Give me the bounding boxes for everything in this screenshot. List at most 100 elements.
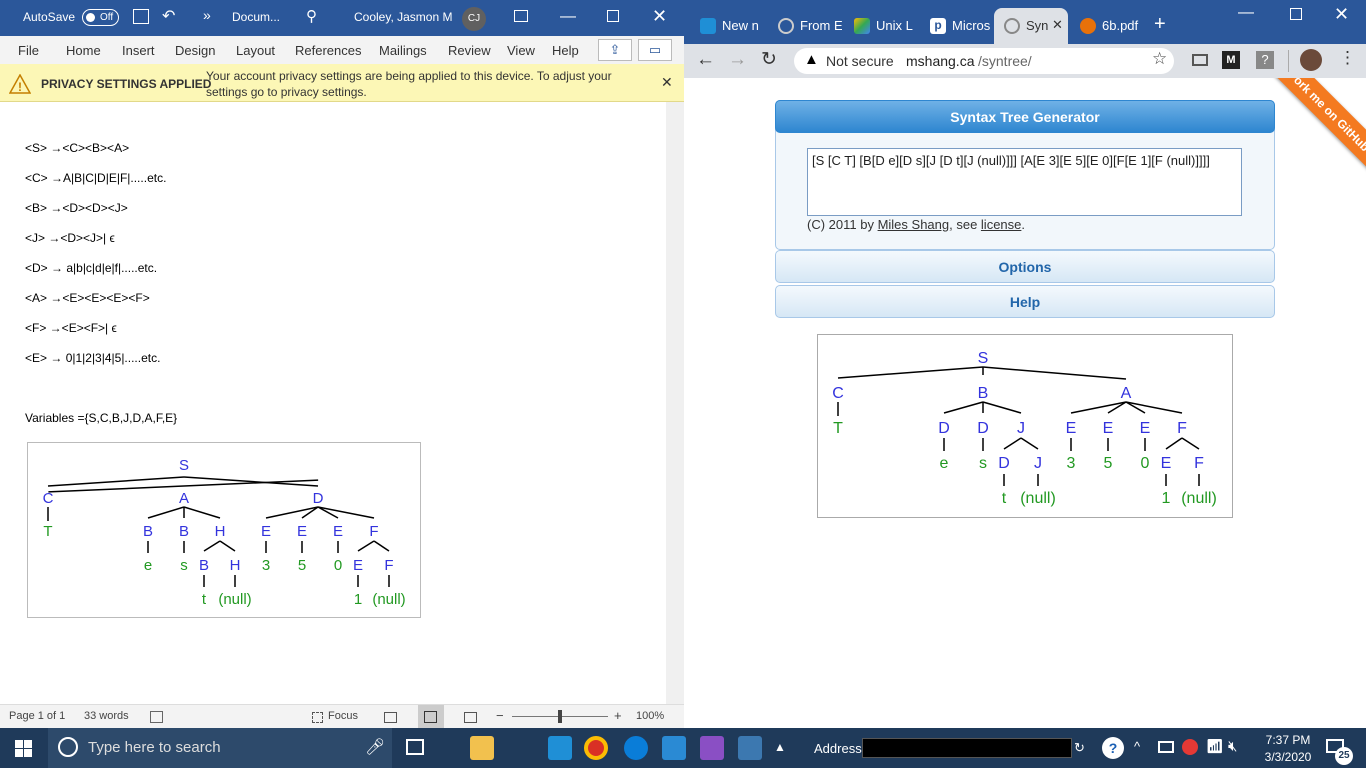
tree-leaf: s (180, 557, 188, 574)
minimize-icon[interactable]: — (1238, 4, 1254, 22)
remote-desktop-icon[interactable] (738, 736, 762, 760)
share-icon[interactable]: ⇪ (598, 39, 632, 61)
more-commands-icon[interactable]: » (203, 7, 211, 23)
tab-6b-pdf[interactable]: 6b.pdf (1070, 8, 1146, 44)
taskbar-search-box[interactable]: Type here to search 🎤︎ (48, 728, 392, 768)
cast-icon[interactable] (1192, 54, 1208, 66)
tab-new[interactable]: New n (690, 8, 766, 44)
web-layout-icon[interactable] (464, 712, 477, 723)
page-count[interactable]: Page 1 of 1 (9, 710, 65, 722)
save-icon[interactable] (133, 9, 149, 24)
forward-icon[interactable]: → (728, 49, 747, 71)
undo-icon[interactable]: ↶ (162, 6, 175, 26)
options-panel-header[interactable]: Options (775, 250, 1275, 283)
tab-syntree-active[interactable]: Syn ✕ (994, 8, 1068, 44)
credit-line: (C) 2011 by Miles Shang, see license. (807, 217, 1026, 232)
url-host: mshang.ca (906, 53, 975, 69)
wifi-icon[interactable]: 📶︎ (1206, 738, 1224, 755)
document-scrollbar[interactable] (666, 102, 684, 704)
tab-help[interactable]: Help (552, 43, 579, 58)
tab-review[interactable]: Review (448, 43, 491, 58)
clock-date[interactable]: 3/3/2020 (1258, 750, 1318, 764)
extension-m-icon[interactable]: M (1222, 51, 1240, 69)
grammar-rule: <B> →<D><D><J> (25, 201, 128, 215)
microphone-icon[interactable]: 🎤︎ (365, 737, 385, 757)
tree-leaf: 1 (354, 591, 362, 608)
new-tab-button[interactable]: + (1154, 13, 1166, 36)
close-icon[interactable]: ✕ (652, 6, 667, 27)
license-link[interactable]: license (981, 217, 1021, 232)
tab-mailings[interactable]: Mailings (379, 43, 427, 58)
proofing-icon[interactable] (150, 711, 163, 723)
battery-icon[interactable] (1158, 741, 1174, 753)
generator-title: Syntax Tree Generator (775, 100, 1275, 133)
tab-design[interactable]: Design (175, 43, 215, 58)
user-name[interactable]: Cooley, Jasmon M (354, 10, 452, 24)
syntax-tree-image[interactable]: S C B A D D J E E E F D J E F T e s 3 5 … (817, 334, 1233, 518)
menu-kebab-icon[interactable]: ⋮ (1339, 48, 1356, 68)
tab-home[interactable]: Home (66, 43, 101, 58)
tab-close-icon[interactable]: ✕ (1052, 17, 1063, 33)
help-icon[interactable]: ? (1102, 737, 1124, 759)
comments-icon[interactable]: ▭ (638, 39, 672, 61)
close-icon[interactable]: ✕ (1334, 4, 1349, 25)
tree-leaf: (null) (218, 591, 251, 608)
zoom-out-icon[interactable]: − (496, 708, 504, 723)
zoom-slider-thumb[interactable] (558, 710, 562, 723)
not-secure-label[interactable]: Not secure (826, 53, 894, 69)
visual-studio-icon[interactable] (700, 736, 724, 760)
help-panel-header[interactable]: Help (775, 285, 1275, 318)
word-tree-image[interactable]: S C A D B B H E E E F B H E F T e s 3 5 … (27, 442, 421, 618)
mail-icon[interactable] (548, 736, 572, 760)
zoom-in-icon[interactable]: + (614, 708, 622, 723)
tab-file[interactable]: File (18, 43, 39, 58)
tab-references[interactable]: References (295, 43, 361, 58)
maximize-icon[interactable] (607, 10, 619, 22)
ribbon-display-icon[interactable] (514, 10, 528, 22)
volume-muted-icon[interactable]: 🔇︎ (1228, 738, 1237, 755)
tree-node: D (998, 455, 1010, 472)
sync-error-icon[interactable] (1182, 739, 1198, 755)
document-title[interactable]: Docum... (232, 10, 280, 24)
address-go-icon[interactable]: ↻ (1074, 740, 1085, 756)
address-toolbar-input[interactable] (862, 738, 1072, 758)
clock-time[interactable]: 7:37 PM (1258, 733, 1318, 747)
bookmark-star-icon[interactable]: ☆ (1152, 49, 1167, 69)
vscode-icon[interactable] (662, 736, 686, 760)
back-icon[interactable]: ← (696, 49, 715, 71)
tree-leaf: 3 (262, 557, 270, 574)
maximize-icon[interactable] (1290, 8, 1302, 20)
syntree-svg: S C B A D D J E E E F D J E F T e s 3 5 … (832, 350, 1217, 507)
extension-help-icon[interactable]: ? (1256, 51, 1274, 69)
minimize-icon[interactable]: — (560, 8, 576, 26)
windows-start-icon[interactable] (15, 740, 32, 757)
word-count[interactable]: 33 words (84, 710, 129, 722)
tab-micros[interactable]: p Micros (920, 8, 992, 44)
banner-close-icon[interactable]: ✕ (661, 74, 673, 91)
tab-layout[interactable]: Layout (236, 43, 275, 58)
tab-unix[interactable]: Unix L (844, 8, 918, 44)
tab-from[interactable]: From E (768, 8, 842, 44)
user-avatar[interactable]: CJ (462, 7, 486, 31)
tab-view[interactable]: View (507, 43, 535, 58)
tree-node: B (978, 385, 989, 402)
autosave-toggle[interactable]: Off (82, 9, 119, 26)
focus-button[interactable]: Focus (328, 710, 358, 722)
tab-insert[interactable]: Insert (122, 43, 155, 58)
file-explorer-icon[interactable] (470, 736, 494, 760)
show-hidden-icons-chevron[interactable]: ^ (1134, 739, 1140, 754)
document-page[interactable]: <S> →<C><B><A> <C> →A|B|C|D|E|F|.....etc… (0, 102, 666, 690)
author-link[interactable]: Miles Shang (878, 217, 950, 232)
address-bar[interactable]: ▲ Not secure mshang.ca /syntree/ (794, 48, 1174, 74)
tree-input-textarea[interactable]: [S [C T] [B[D e][D s][J [D t][J (null)]]… (807, 148, 1242, 216)
zoom-level[interactable]: 100% (636, 710, 664, 722)
p-favicon-icon: p (930, 18, 946, 34)
task-view-icon[interactable] (406, 739, 424, 755)
edge-icon[interactable] (624, 736, 648, 760)
chrome-icon[interactable] (584, 736, 608, 760)
read-mode-icon[interactable] (384, 712, 397, 723)
search-icon[interactable]: ⚲ (306, 7, 317, 25)
profile-avatar[interactable] (1300, 49, 1322, 71)
reload-icon[interactable]: ↻ (761, 48, 777, 71)
overflow-chevron-icon[interactable]: ▲ (774, 740, 786, 754)
